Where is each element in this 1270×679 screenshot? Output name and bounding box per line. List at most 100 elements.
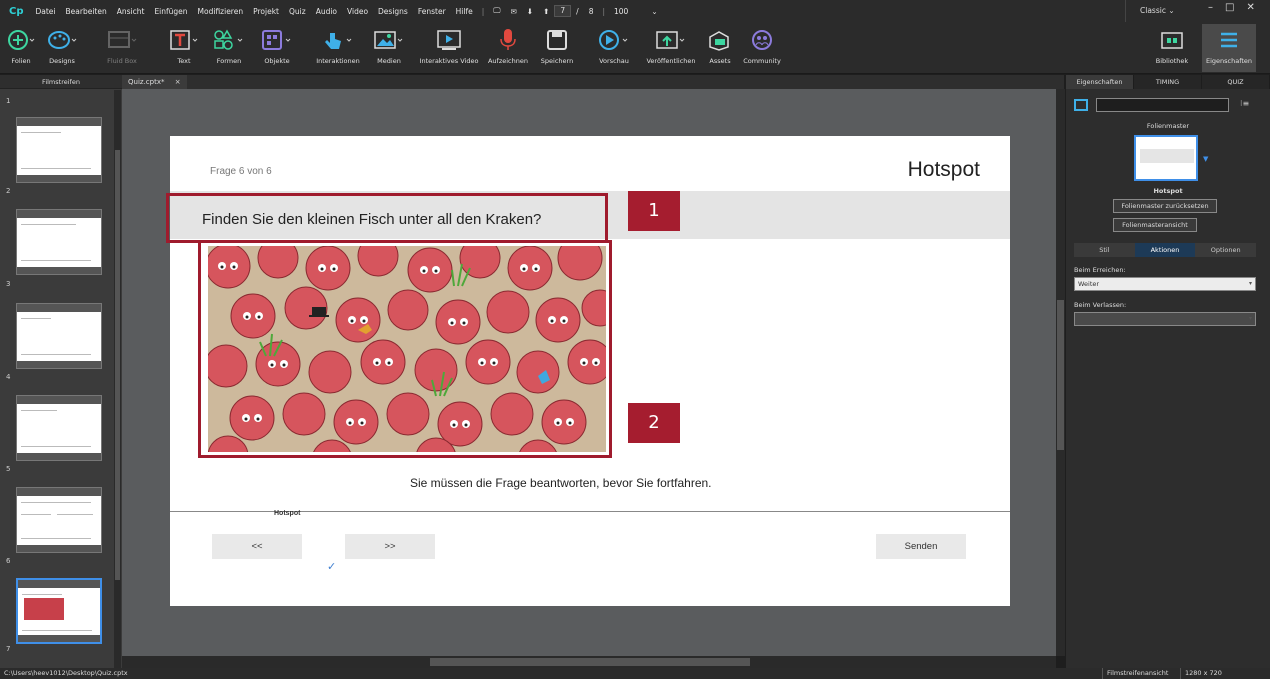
mail-icon[interactable]: ✉: [506, 7, 522, 16]
quiz-slide[interactable]: Frage 6 von 6 Hotspot Finden Sie den kle…: [166, 136, 1010, 606]
canvas-vertical-scroll-thumb[interactable]: [1057, 300, 1064, 450]
slide-name-input[interactable]: [1096, 98, 1229, 112]
master-thumbnail[interactable]: [1134, 135, 1198, 181]
document-tab-label: Quiz.cptx*: [128, 78, 165, 86]
menu-hilfe[interactable]: Hilfe: [451, 7, 478, 16]
master-dropdown-icon[interactable]: ▼: [1203, 155, 1208, 163]
subtab-optionen[interactable]: Optionen: [1195, 243, 1256, 257]
hotspot-image[interactable]: [208, 246, 606, 452]
community-icon: [742, 26, 782, 54]
octopus-pattern: [208, 246, 606, 452]
master-view-button[interactable]: Folienmasteransicht: [1113, 218, 1197, 232]
minimize-button[interactable]: –: [1208, 2, 1213, 13]
slide-number: 5: [6, 465, 11, 473]
slide-separator: /: [576, 6, 579, 16]
file-path: C:\Users\heev1012\Desktop\Quiz.cptx: [4, 669, 128, 677]
check-icon: ✓: [327, 560, 337, 573]
current-slide-field[interactable]: 7: [554, 5, 572, 17]
subtab-stil[interactable]: Stil: [1074, 243, 1135, 257]
slide-number: 1: [6, 97, 11, 105]
filmstrip-title: Filmstreifen: [0, 75, 122, 89]
slide-thumbnail-2[interactable]: [16, 209, 102, 275]
question-progress: Frage 6 von 6: [210, 166, 272, 177]
chevron-down-icon: ▾: [1248, 315, 1252, 322]
slide-thumbnail-6-selected[interactable]: [16, 578, 102, 644]
app-logo: Cp: [9, 5, 24, 17]
arrow-up-icon[interactable]: ⬆: [538, 7, 554, 16]
eigenschaften-button[interactable]: Eigenschaften: [1202, 24, 1256, 72]
slide-type-title: Hotspot: [907, 158, 980, 181]
designs-button[interactable]: Designs: [42, 26, 82, 65]
slide-number: 4: [6, 373, 11, 381]
interaktives-video-button[interactable]: Interaktives Video: [416, 26, 482, 65]
monitor-icon[interactable]: 🖵: [488, 6, 505, 16]
previous-button[interactable]: <<: [212, 534, 302, 559]
chevron-down-icon: ⌄: [1168, 6, 1175, 15]
workspace-label: Classic: [1140, 6, 1166, 15]
next-button[interactable]: >>: [345, 534, 435, 559]
menu-ansicht[interactable]: Ansicht: [112, 7, 150, 16]
canvas-horizontal-scroll-thumb[interactable]: [430, 658, 750, 666]
veroeffentlichen-button[interactable]: Veröffentlichen: [642, 26, 700, 65]
slide-thumbnail-4[interactable]: [16, 395, 102, 461]
formen-button[interactable]: Formen: [210, 26, 248, 65]
slide-thumbnail-3[interactable]: [16, 303, 102, 369]
callout-badge-2: 2: [628, 403, 680, 443]
reset-master-button[interactable]: Folienmaster zurücksetzen: [1113, 199, 1217, 213]
close-button[interactable]: ✕: [1246, 2, 1254, 13]
menu-audio[interactable]: Audio: [311, 7, 342, 16]
stage-resolution: 1280 x 720: [1180, 668, 1222, 679]
properties-icon: [1202, 26, 1256, 54]
menu-separator-2: |: [602, 6, 606, 16]
menu-designs[interactable]: Designs: [373, 7, 413, 16]
menu-projekt[interactable]: Projekt: [248, 7, 284, 16]
arrow-down-icon[interactable]: ⬇: [522, 7, 538, 16]
tab-quiz[interactable]: QUIZ: [1202, 75, 1270, 89]
slide-thumbnail-1[interactable]: [16, 117, 102, 183]
maximize-button[interactable]: □: [1225, 2, 1234, 13]
subtab-aktionen[interactable]: Aktionen: [1134, 243, 1196, 257]
menu-einfuegen[interactable]: Einfügen: [149, 7, 192, 16]
on-enter-select[interactable]: Weiter ▾: [1074, 277, 1256, 291]
answer-required-message: Sie müssen die Frage beantworten, bevor …: [410, 476, 712, 490]
text-button[interactable]: Text: [167, 26, 201, 65]
bibliothek-button[interactable]: Bibliothek: [1152, 26, 1192, 65]
panel-menu-icon[interactable]: ⁝≡: [1240, 99, 1249, 108]
tab-timing[interactable]: TIMING: [1134, 75, 1202, 89]
close-tab-icon[interactable]: ×: [175, 78, 181, 86]
filmstrip-scroll-thumb[interactable]: [115, 150, 120, 580]
menu-bearbeiten[interactable]: Bearbeiten: [61, 7, 112, 16]
properties-tabs: Eigenschaften TIMING QUIZ: [1066, 75, 1270, 89]
master-title: Folienmaster: [1146, 122, 1190, 130]
tab-eigenschaften[interactable]: Eigenschaften: [1066, 75, 1134, 89]
menu-modifizieren[interactable]: Modifizieren: [193, 7, 249, 16]
zoom-field[interactable]: 100: [609, 7, 633, 16]
document-tabs: Quiz.cptx* ×: [122, 75, 1064, 89]
submit-button[interactable]: Senden: [876, 534, 966, 559]
aufzeichnen-button[interactable]: Aufzeichnen: [486, 26, 530, 65]
on-exit-select[interactable]: ▾: [1074, 312, 1256, 326]
menu-quiz[interactable]: Quiz: [284, 7, 311, 16]
workspace-switcher[interactable]: Classic ⌄: [1125, 0, 1185, 22]
document-tab[interactable]: Quiz.cptx* ×: [122, 75, 187, 89]
text-icon: [167, 26, 201, 54]
interaktionen-button[interactable]: Interaktionen: [312, 26, 364, 65]
community-button[interactable]: Community: [742, 26, 782, 65]
question-text[interactable]: Finden Sie den kleinen Fisch unter all d…: [202, 211, 541, 228]
objekte-button[interactable]: Objekte: [257, 26, 297, 65]
zoom-dropdown-icon[interactable]: ⌄: [633, 7, 662, 16]
on-enter-label: Beim Erreichen:: [1074, 266, 1126, 274]
fluid-box-button[interactable]: Fluid Box: [104, 26, 140, 65]
assets-button[interactable]: Assets: [704, 26, 736, 65]
menu-datei[interactable]: Datei: [31, 7, 61, 16]
menu-video[interactable]: Video: [342, 7, 373, 16]
menu-fenster[interactable]: Fenster: [413, 7, 451, 16]
status-bar: C:\Users\heev1012\Desktop\Quiz.cptx Film…: [0, 668, 1270, 679]
speichern-button[interactable]: Speichern: [540, 26, 574, 65]
folien-button[interactable]: Folien: [6, 26, 36, 65]
captivate-window: Cp Datei Bearbeiten Ansicht Einfügen Mod…: [0, 0, 1270, 679]
shapes-icon: [210, 26, 248, 54]
slide-thumbnail-5[interactable]: [16, 487, 102, 553]
vorschau-button[interactable]: Vorschau: [596, 26, 632, 65]
medien-button[interactable]: Medien: [368, 26, 410, 65]
